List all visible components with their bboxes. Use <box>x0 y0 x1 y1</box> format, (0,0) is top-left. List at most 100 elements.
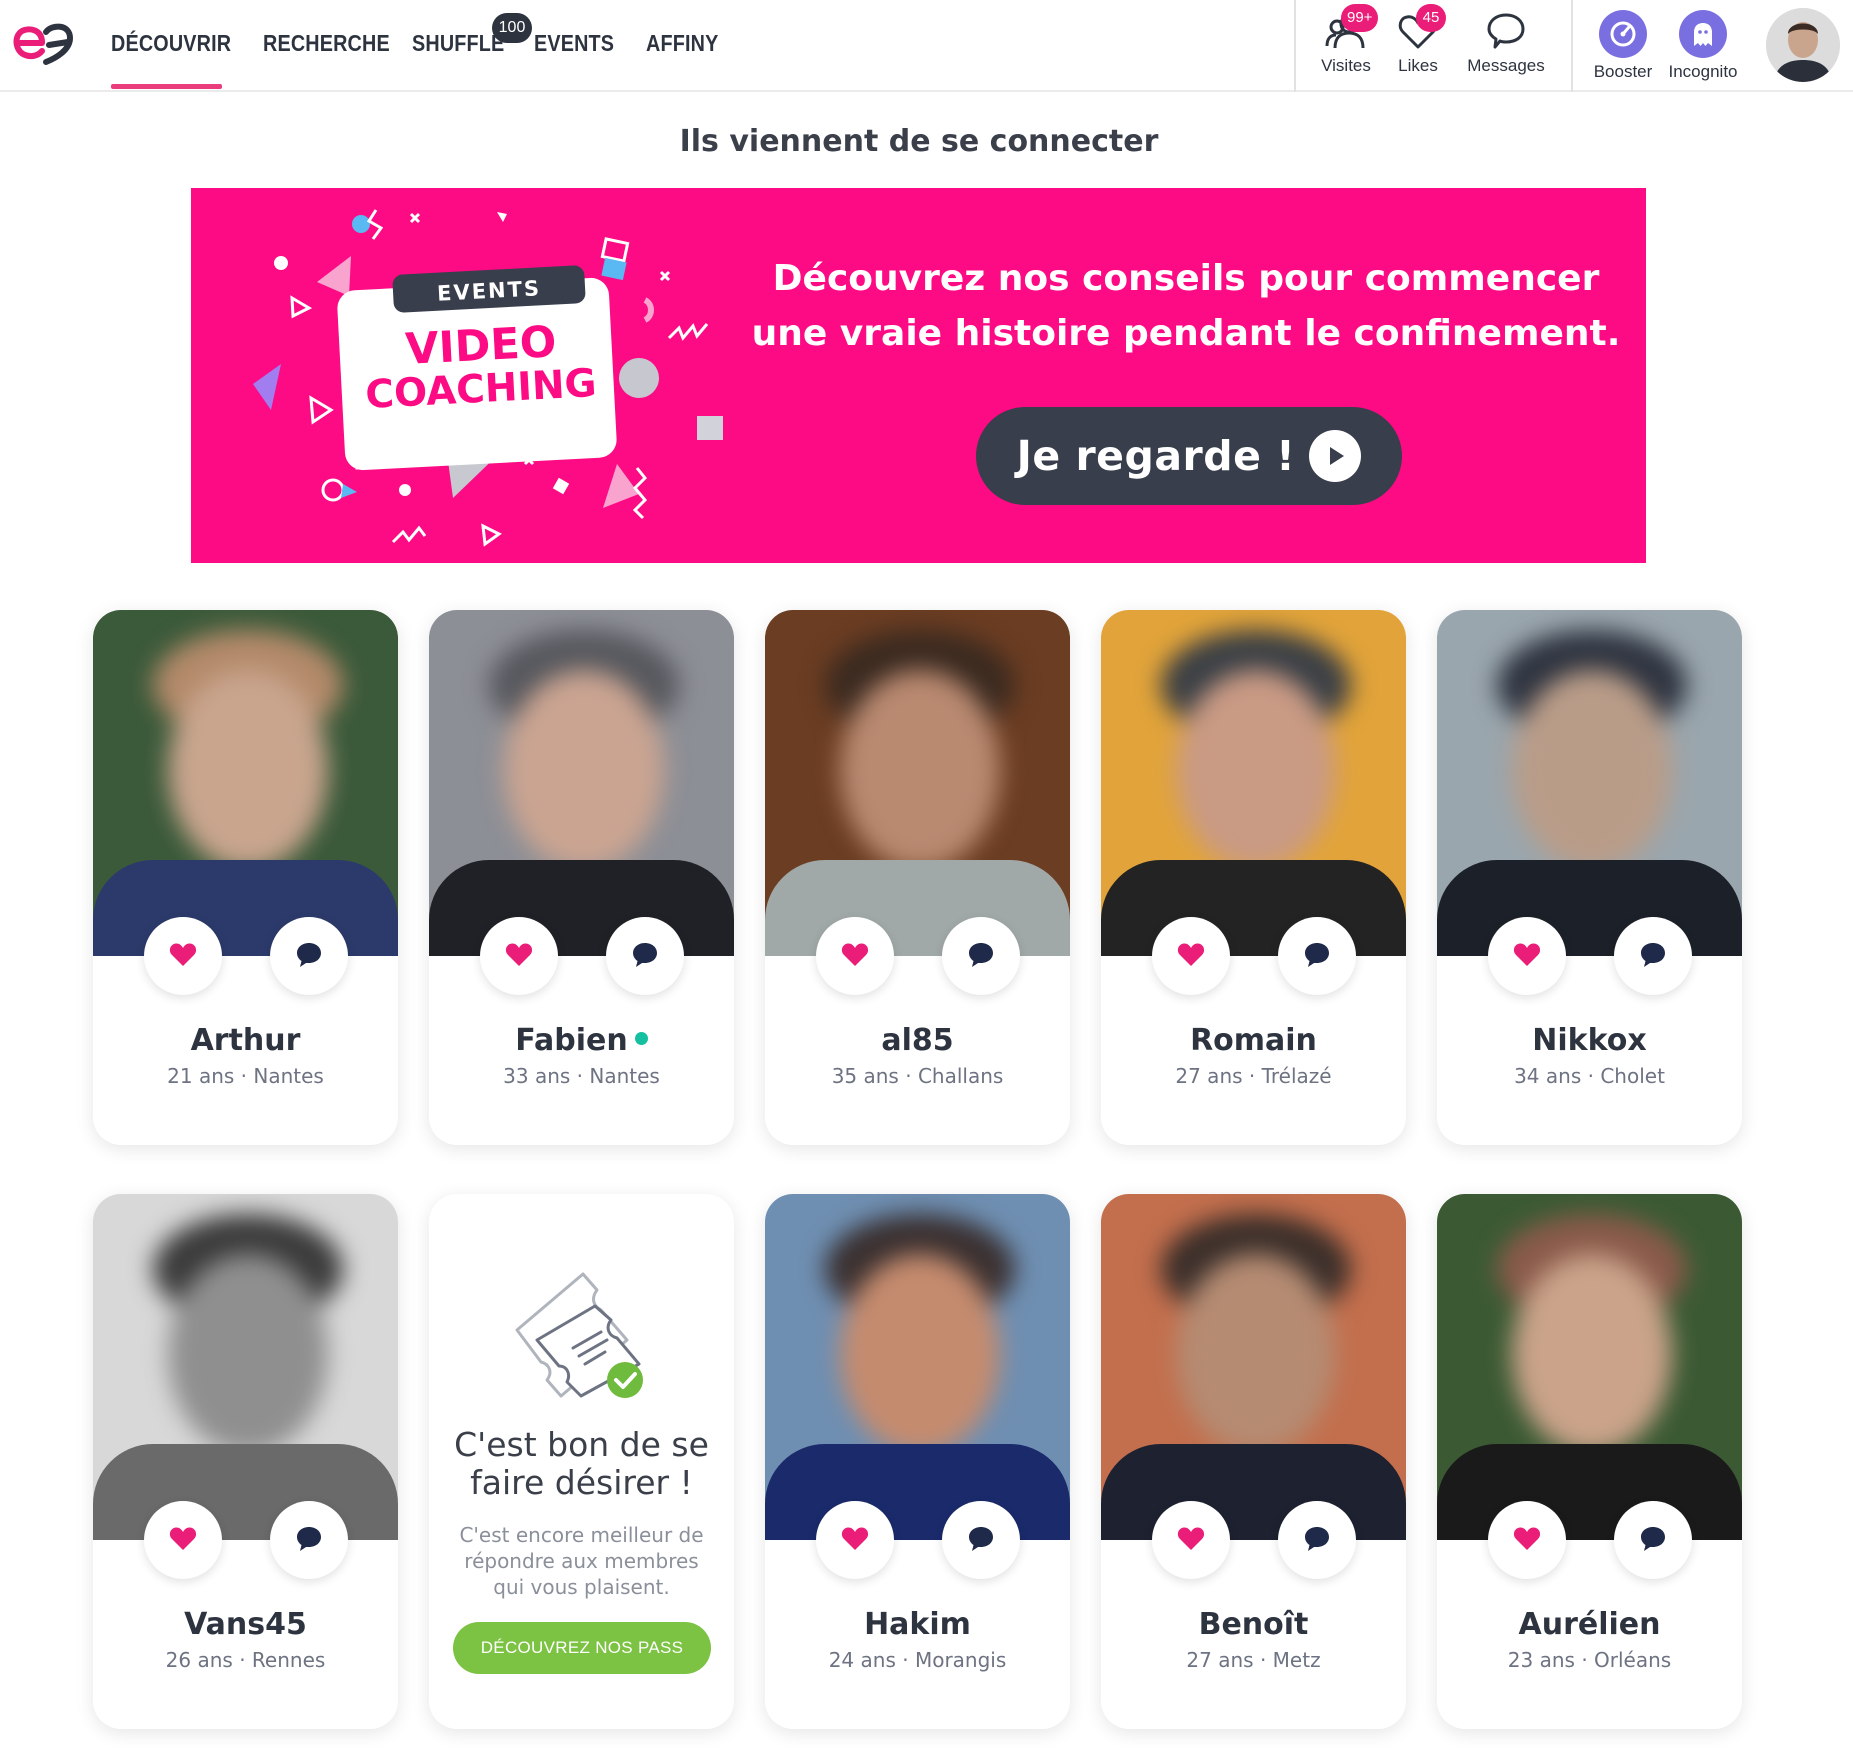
profile-photo[interactable] <box>765 1194 1070 1540</box>
blurred-face <box>785 630 1055 888</box>
heart-icon <box>1512 939 1542 973</box>
like-button[interactable] <box>480 917 558 995</box>
profile-name-text: Fabien <box>515 1023 628 1058</box>
profile-age: 21 ans <box>167 1064 235 1088</box>
booster-label: Booster <box>1593 62 1653 81</box>
profile-name[interactable]: Nikkox <box>1437 1023 1742 1058</box>
nav-events[interactable]: EVENTS <box>534 30 614 57</box>
banner-headline-1: Découvrez nos conseils pour commencer <box>772 258 1600 299</box>
message-button[interactable] <box>1614 1501 1692 1579</box>
profile-meta: 35 ans · Challans <box>765 1064 1070 1088</box>
user-avatar[interactable] <box>1766 8 1840 82</box>
like-button[interactable] <box>144 1501 222 1579</box>
blurred-face <box>785 1214 1055 1472</box>
profile-photo[interactable] <box>1437 610 1742 956</box>
profile-photo[interactable] <box>1437 1194 1742 1540</box>
play-icon <box>1309 430 1362 482</box>
nav-recherche[interactable]: RECHERCHE <box>263 30 390 57</box>
profile-age: 24 ans <box>828 1648 896 1672</box>
heart-icon <box>1512 1523 1542 1557</box>
messages-button[interactable]: Messages <box>1464 10 1548 76</box>
profile-photo[interactable] <box>1101 610 1406 956</box>
profile-photo[interactable] <box>765 610 1070 956</box>
logo-icon[interactable] <box>12 18 76 66</box>
message-button[interactable] <box>606 917 684 995</box>
heart-icon <box>168 1523 198 1557</box>
heart-icon <box>1176 1523 1206 1557</box>
profile-photo[interactable] <box>93 1194 398 1540</box>
like-button[interactable] <box>1488 917 1566 995</box>
page-title: Ils viennent de se connecter <box>679 124 1159 159</box>
message-button[interactable] <box>1614 917 1692 995</box>
like-button[interactable] <box>816 917 894 995</box>
like-button[interactable] <box>816 1501 894 1579</box>
profile-card: Benoît 27 ans · Metz <box>1101 1194 1406 1729</box>
profile-name-text: Benoît <box>1198 1607 1309 1642</box>
like-button[interactable] <box>1152 917 1230 995</box>
profile-age: 26 ans <box>165 1648 233 1672</box>
message-button[interactable] <box>270 1501 348 1579</box>
message-button[interactable] <box>1278 1501 1356 1579</box>
profile-name[interactable]: Benoît <box>1101 1607 1406 1642</box>
profile-meta: 27 ans · Trélazé <box>1101 1064 1406 1088</box>
video-coaching-banner[interactable]: EVENTS VIDEO COACHING Découvrez nos cons… <box>191 188 1646 563</box>
like-button[interactable] <box>144 917 222 995</box>
pass-promo-card: C'est bon de se faire désirer ! C'est enco… <box>429 1194 734 1729</box>
nav-affiny[interactable]: AFFINY <box>646 30 718 57</box>
chat-bubble-icon <box>1302 939 1332 973</box>
profile-name[interactable]: Arthur <box>93 1023 398 1058</box>
message-button[interactable] <box>942 1501 1020 1579</box>
profile-name-text: Arthur <box>190 1023 301 1058</box>
profile-name-text: al85 <box>881 1023 954 1058</box>
speech-bubble-icon <box>1487 13 1525 49</box>
profile-meta: 26 ans · Rennes <box>93 1648 398 1672</box>
profile-age: 27 ans <box>1186 1648 1254 1672</box>
booster-button[interactable]: Booster <box>1589 10 1657 82</box>
profile-name[interactable]: al85 <box>765 1023 1070 1058</box>
incognito-label: Incognito <box>1668 62 1738 81</box>
heart-icon <box>504 939 534 973</box>
chat-bubble-icon <box>630 939 660 973</box>
like-button[interactable] <box>1488 1501 1566 1579</box>
discover-pass-button[interactable]: DÉCOUVREZ NOS PASS <box>453 1622 711 1674</box>
profile-name[interactable]: Fabien <box>429 1023 734 1058</box>
likes-badge: 45 <box>1416 4 1446 32</box>
nav-shuffle[interactable]: SHUFFLE <box>412 30 504 57</box>
profile-meta: 21 ans · Nantes <box>93 1064 398 1088</box>
chat-bubble-icon <box>1638 1523 1668 1557</box>
divider <box>1571 0 1573 92</box>
meta-separator: · <box>576 1064 584 1088</box>
profile-photo[interactable] <box>93 610 398 956</box>
ticket-check-icon <box>515 1272 643 1398</box>
profile-meta: 33 ans · Nantes <box>429 1064 734 1088</box>
message-button[interactable] <box>1278 917 1356 995</box>
profile-card: Vans45 26 ans · Rennes <box>93 1194 398 1729</box>
message-button[interactable] <box>942 917 1020 995</box>
profile-photo[interactable] <box>1101 1194 1406 1540</box>
profile-card: Nikkox 34 ans · Cholet <box>1437 610 1742 1145</box>
profile-name[interactable]: Romain <box>1101 1023 1406 1058</box>
nav-decouvrir[interactable]: DÉCOUVRIR <box>111 30 231 57</box>
profile-meta: 23 ans · Orléans <box>1437 1648 1742 1672</box>
profile-meta: 34 ans · Cholet <box>1437 1064 1742 1088</box>
profile-city: Morangis <box>914 1648 1007 1672</box>
profile-card: Arthur 21 ans · Nantes <box>93 610 398 1145</box>
profile-meta: 24 ans · Morangis <box>765 1648 1070 1672</box>
profile-name[interactable]: Aurélien <box>1437 1607 1742 1642</box>
like-button[interactable] <box>1152 1501 1230 1579</box>
pass-description: C'est encore meilleur de répondre aux me… <box>459 1523 704 1599</box>
meta-separator: · <box>902 1648 909 1672</box>
meta-separator: · <box>1248 1064 1256 1088</box>
profile-photo[interactable] <box>429 610 734 956</box>
profile-card: Aurélien 23 ans · Orléans <box>1437 1194 1742 1729</box>
profile-name[interactable]: Vans45 <box>93 1607 398 1642</box>
blurred-face <box>1457 630 1727 888</box>
profile-name[interactable]: Hakim <box>765 1607 1070 1642</box>
profile-age: 27 ans <box>1175 1064 1243 1088</box>
watch-button[interactable]: Je regarde ! <box>976 407 1402 505</box>
active-tab-indicator <box>111 84 222 89</box>
incognito-button[interactable]: Incognito <box>1665 10 1741 82</box>
message-button[interactable] <box>270 917 348 995</box>
profile-name-text: Aurélien <box>1518 1607 1661 1642</box>
profile-age: 23 ans <box>1507 1648 1575 1672</box>
